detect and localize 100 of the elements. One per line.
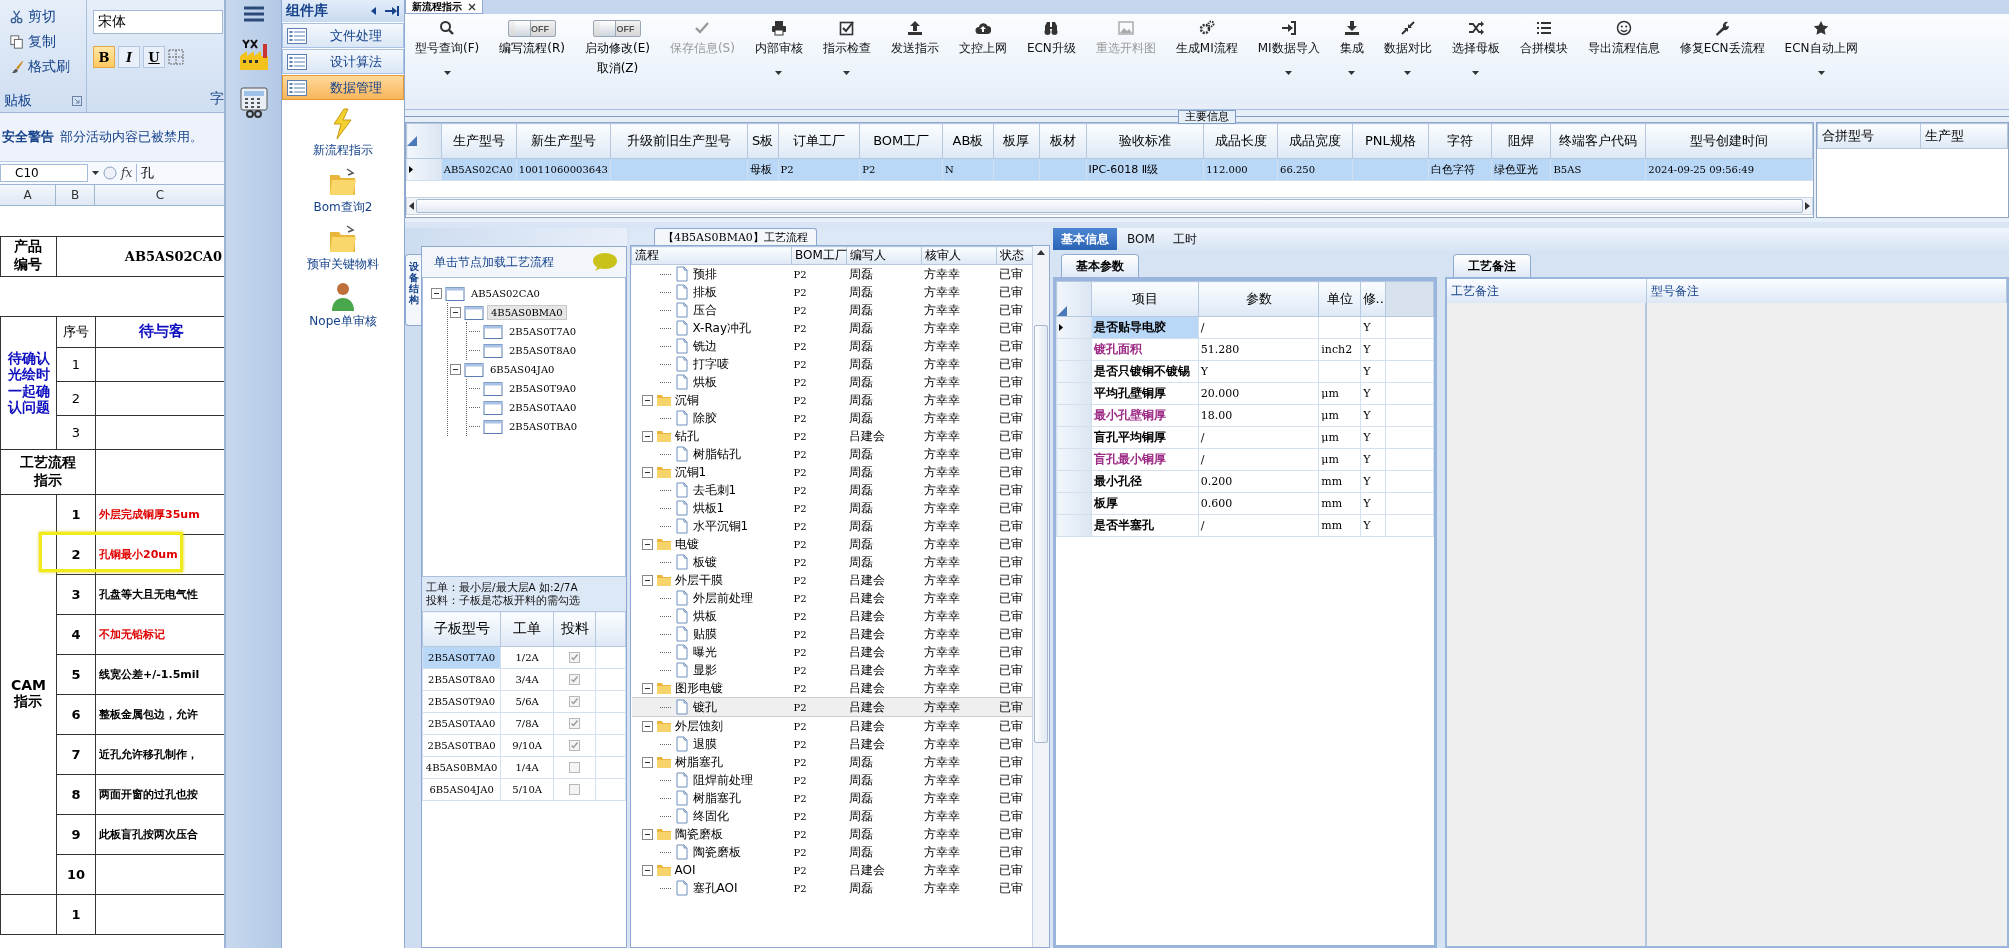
panel-tab[interactable]: 【4B5AS0BMA0】工艺流程 — [654, 228, 817, 245]
collapse-icon[interactable] — [641, 720, 653, 732]
process-row[interactable]: 预排 P2 周磊 方幸幸 已审 — [631, 264, 1032, 283]
toolbar-button[interactable]: 集成 — [1329, 18, 1374, 77]
collapse-icon[interactable] — [641, 682, 653, 694]
collapse-icon[interactable] — [450, 364, 461, 375]
toolbar-button[interactable]: 发送指示 — [880, 18, 949, 59]
process-row[interactable]: 烘板 P2 吕建会 方幸幸 已审 — [631, 607, 1032, 625]
process-row[interactable]: 沉铜 P2 周磊 方幸幸 已审 — [631, 391, 1032, 409]
toolbar-button[interactable]: 合拼模块 — [1509, 18, 1578, 59]
process-row[interactable]: 钻孔 P2 吕建会 方幸幸 已审 — [631, 427, 1032, 445]
process-row[interactable]: 塞孔AOI P2 周磊 方幸幸 已审 — [631, 879, 1032, 897]
category-item[interactable]: 数据管理 — [282, 75, 404, 100]
toolbar-button[interactable]: ECN升级 — [1016, 18, 1086, 59]
column-header[interactable]: 型号创建时间 — [1690, 133, 1769, 148]
process-row[interactable]: 外层前处理 P2 吕建会 方幸幸 已审 — [631, 589, 1032, 607]
tab[interactable]: BOM — [1119, 228, 1163, 250]
checkbox[interactable] — [569, 674, 581, 685]
name-box[interactable]: C10 — [0, 164, 88, 182]
toolbar-button[interactable]: 数据对比 — [1373, 18, 1442, 77]
column-header[interactable]: 项目 — [1131, 291, 1158, 306]
column-header[interactable]: 型号备注 — [1647, 279, 2007, 303]
process-row[interactable]: 外层蚀刻 P2 吕建会 方幸幸 已审 — [631, 716, 1032, 735]
collapse-icon[interactable] — [641, 574, 653, 586]
collapse-icon[interactable] — [641, 430, 653, 442]
tool-item[interactable]: 预审关键物料 — [305, 222, 381, 275]
column-header[interactable]: 流程 — [635, 248, 659, 262]
process-row[interactable]: 去毛刺1 P2 周磊 方幸幸 已审 — [631, 481, 1032, 499]
tool-item[interactable]: 新流程指示 — [311, 106, 375, 161]
toggle-sublabel[interactable]: 取消(Z) — [596, 60, 639, 77]
toolbar-button[interactable]: 选择母板 — [1441, 18, 1510, 77]
tree-node[interactable]: 2B5AS0T9A0 — [506, 382, 580, 395]
collapse-icon[interactable] — [641, 466, 653, 478]
process-row[interactable]: 陶瓷磨板 P2 周磊 方幸幸 已审 — [631, 825, 1032, 843]
process-row[interactable]: 曝光 P2 吕建会 方幸幸 已审 — [631, 643, 1032, 661]
column-header[interactable]: 阻焊 — [1508, 133, 1534, 148]
toolbar-button[interactable]: 生成MI流程 — [1165, 18, 1248, 59]
toggle-switch[interactable]: OFF — [593, 20, 642, 37]
panel-tab[interactable]: 基本参数 — [1061, 254, 1139, 277]
process-row[interactable]: 阻焊前处理 P2 周磊 方幸幸 已审 — [631, 771, 1032, 789]
process-row[interactable]: 树脂塞孔 P2 周磊 方幸幸 已审 — [631, 753, 1032, 771]
process-row[interactable]: 铣边 P2 周磊 方幸幸 已审 — [631, 337, 1032, 355]
toolbar-button[interactable]: MI数据导入 — [1247, 18, 1330, 77]
collapse-icon[interactable] — [641, 538, 653, 550]
tree-node[interactable]: 2B5AS0TBA0 — [506, 420, 581, 433]
tab[interactable]: 工时 — [1164, 228, 1205, 250]
process-row[interactable]: 图形电镀 P2 吕建会 方幸幸 已审 — [631, 679, 1032, 698]
horizontal-scrollbar[interactable] — [406, 197, 1813, 215]
process-row[interactable]: 打字唛 P2 周磊 方幸幸 已审 — [631, 355, 1032, 373]
process-row[interactable]: 水平沉铜1 P2 周磊 方幸幸 已审 — [631, 517, 1032, 535]
checkbox[interactable] — [569, 762, 581, 773]
ribbon-button[interactable]: 剪切 — [0, 4, 86, 29]
checkbox[interactable] — [569, 652, 581, 663]
checkbox[interactable] — [569, 696, 581, 707]
process-row[interactable]: 压合 P2 周磊 方幸幸 已审 — [631, 301, 1032, 319]
toolbar-button[interactable]: 修复ECN丢流程 — [1669, 18, 1775, 59]
ribbon-button[interactable]: 复制 — [0, 29, 86, 54]
formula-field[interactable]: 孔 — [136, 164, 155, 182]
tool-item[interactable]: Bom查询2 — [311, 165, 375, 218]
toolbar-button[interactable]: 型号查询(F) — [405, 18, 490, 77]
checkbox[interactable] — [569, 740, 581, 751]
column-header[interactable]: 验收标准 — [1118, 133, 1171, 148]
table-row[interactable]: AB5AS02CA0 10011060003643 母板 P2 P2 N IPC-6018 Ⅱ级 112.000 66.250 白色字符 绿色亚光 B5AS 2024-09-25 09:56:49 — [406, 158, 1813, 181]
tree-node[interactable]: 6B5AS04JA0 — [487, 363, 558, 376]
panel-tab[interactable]: 工艺备注 — [1453, 254, 1531, 277]
category-item[interactable]: 文件处理 — [282, 23, 404, 48]
tree-node[interactable]: AB5AS02CA0 — [468, 287, 543, 300]
tab[interactable]: 基本信息 — [1053, 228, 1117, 250]
toolbar-button[interactable]: 内部审核 — [744, 18, 813, 77]
tree-node[interactable]: 2B5AS0T7A0 — [506, 325, 580, 338]
checkbox[interactable] — [569, 718, 581, 729]
ribbon-button[interactable]: 格式刷 — [0, 54, 86, 79]
tree-node[interactable]: 2B5AS0T8A0 — [506, 344, 580, 357]
column-header[interactable]: B — [56, 185, 95, 205]
vertical-scrollbar[interactable] — [1032, 246, 1049, 947]
toolbar-button[interactable]: ECN自动上网 — [1774, 18, 1868, 77]
toolbar-button[interactable]: 指示检查 — [812, 18, 881, 77]
process-row[interactable]: 排板 P2 周磊 方幸幸 已审 — [631, 283, 1032, 301]
toolbar-button[interactable]: 文控上网 — [948, 18, 1017, 59]
column-header[interactable]: 工艺备注 — [1447, 279, 1647, 303]
process-row[interactable]: 树脂钻孔 P2 周磊 方幸幸 已审 — [631, 445, 1032, 463]
checkbox[interactable] — [569, 784, 581, 795]
tree-node[interactable]: 2B5AS0TAA0 — [506, 401, 580, 414]
process-row[interactable]: 外层干膜 P2 吕建会 方幸幸 已审 — [631, 571, 1032, 589]
process-row[interactable]: 烘板1 P2 周磊 方幸幸 已审 — [631, 499, 1032, 517]
process-row[interactable]: 电镀 P2 周磊 方幸幸 已审 — [631, 535, 1032, 553]
format-button[interactable]: U — [143, 46, 165, 68]
tool-item[interactable]: Nope单审核 — [307, 279, 379, 332]
format-button[interactable]: I — [118, 46, 140, 68]
collapse-icon[interactable] — [641, 756, 653, 768]
collapse-icon[interactable] — [431, 288, 442, 299]
process-row[interactable]: 除胶 P2 周磊 方幸幸 已审 — [631, 409, 1032, 427]
collapse-icon[interactable] — [450, 307, 461, 318]
function-button[interactable]: fx — [121, 166, 133, 180]
collapse-icon[interactable] — [641, 828, 653, 840]
font-name-field[interactable]: 宋体 — [93, 10, 223, 34]
process-row[interactable]: 沉铜1 P2 周磊 方幸幸 已审 — [631, 463, 1032, 481]
process-row[interactable]: 退膜 P2 吕建会 方幸幸 已审 — [631, 735, 1032, 753]
toggle-switch[interactable]: OFF — [508, 20, 557, 37]
process-row[interactable]: 贴膜 P2 吕建会 方幸幸 已审 — [631, 625, 1032, 643]
